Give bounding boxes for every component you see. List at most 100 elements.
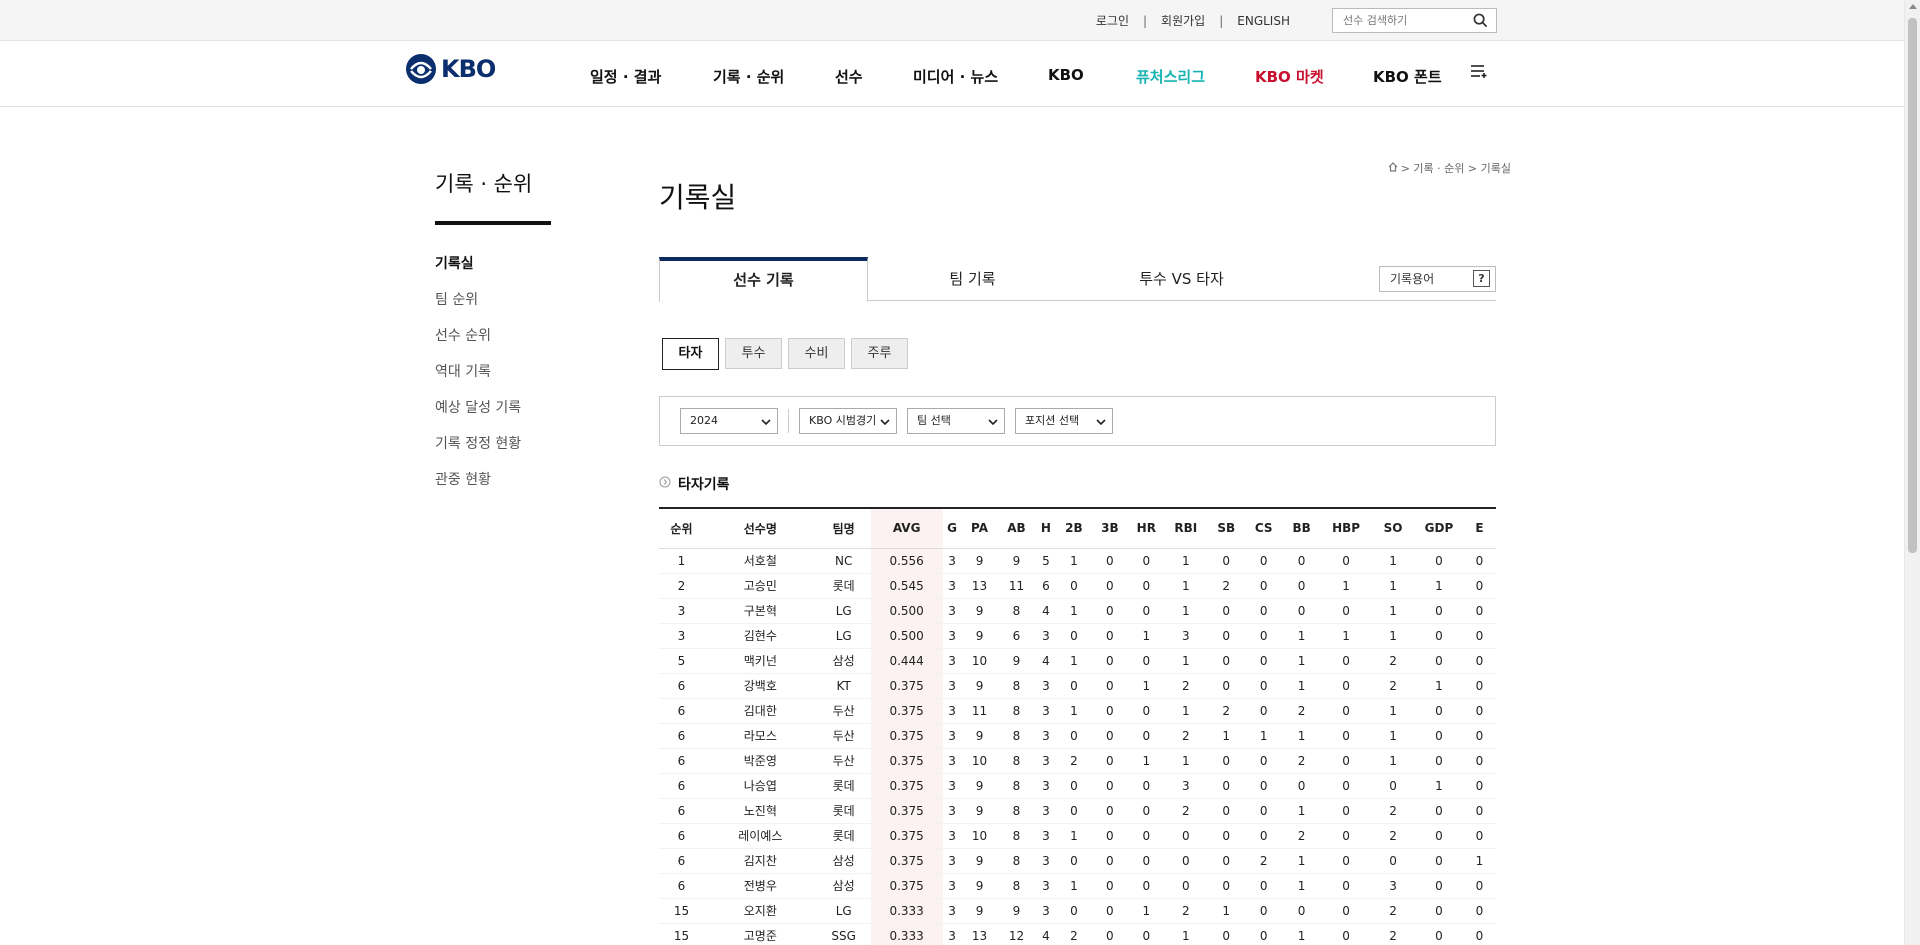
table-cell: 롯데	[832, 579, 855, 593]
sidebar-item-record-corrections[interactable]: 기록 정정 현황	[435, 434, 521, 470]
table-cell: 0	[1142, 928, 1151, 943]
sidebar-menu: 기록실 팀 순위 선수 순위 역대 기록 예상 달성 기록 기록 정정 현황 관중 현황	[435, 254, 521, 506]
table-cell: 0.375	[870, 698, 943, 723]
nav-kbo[interactable]: KBO	[1048, 66, 1084, 84]
column-header[interactable]: SB	[1207, 508, 1246, 549]
table-cell: 3	[1181, 628, 1190, 643]
nav-media-news[interactable]: 미디어 · 뉴스	[913, 66, 998, 87]
column-header[interactable]: HBP	[1321, 508, 1372, 549]
tab-player-records[interactable]: 선수 기록	[659, 257, 868, 302]
year-select[interactable]: 2024	[680, 408, 778, 434]
table-row: 5 맥키넌 삼성 0.444 3 10 9 4 1 0 0 1 0 0 1 0 2 0 0	[659, 648, 1496, 673]
column-header[interactable]: G	[942, 508, 962, 549]
sidebar-item-records-room[interactable]: 기록실	[435, 254, 521, 290]
nav-schedule-results[interactable]: 일정 · 결과	[590, 66, 661, 87]
table-cell: 8	[1012, 828, 1021, 843]
player-name-cell[interactable]: 나승엽	[704, 773, 817, 798]
login-link[interactable]: 로그인	[1096, 12, 1129, 29]
subtab-pitcher[interactable]: 투수	[725, 338, 782, 369]
series-select[interactable]: KBO 시범경기	[799, 408, 897, 434]
table-cell: 0	[1070, 778, 1078, 793]
table-cell: 15	[673, 928, 690, 943]
table-cell: 9	[1012, 553, 1021, 568]
table-cell: 0	[1222, 753, 1231, 768]
sidebar-item-team-rank[interactable]: 팀 순위	[435, 290, 521, 326]
tab-pitcher-vs-batter[interactable]: 투수 VS 타자	[1077, 257, 1286, 301]
table-cell: 1	[1435, 578, 1443, 593]
player-search-input[interactable]	[1333, 9, 1463, 32]
nav-kbo-market[interactable]: KBO 마켓	[1255, 66, 1324, 87]
column-header: 순위	[659, 508, 704, 549]
player-name-cell[interactable]: 오지환	[704, 898, 817, 923]
english-link[interactable]: ENGLISH	[1237, 14, 1290, 28]
sidebar-item-historic-records[interactable]: 역대 기록	[435, 362, 521, 398]
column-header[interactable]: BB	[1282, 508, 1322, 549]
column-header[interactable]: CS	[1245, 508, 1283, 549]
position-select[interactable]: 포지션 선택	[1015, 408, 1113, 434]
column-header[interactable]: E	[1462, 508, 1496, 549]
player-name-cell[interactable]: 강백호	[704, 673, 817, 698]
subtab-defense[interactable]: 수비	[788, 338, 845, 369]
breadcrumb-item-records-rank[interactable]: 기록 · 순위	[1413, 160, 1464, 176]
scroll-up-arrow-icon[interactable]	[1909, 4, 1917, 9]
all-menu-icon[interactable]	[1470, 63, 1488, 83]
player-name-cell[interactable]: 고승민	[704, 573, 817, 598]
table-cell: 8	[1012, 803, 1021, 818]
table-cell: 0	[1389, 853, 1397, 868]
nav-records-rank[interactable]: 기록 · 순위	[713, 66, 784, 87]
glossary-label: 기록용어	[1390, 272, 1435, 286]
team-select[interactable]: 팀 선택	[907, 408, 1005, 434]
subtab-baserunning[interactable]: 주루	[851, 338, 908, 369]
player-name-cell[interactable]: 라모스	[704, 723, 817, 748]
column-header[interactable]: PA	[961, 508, 998, 549]
nav-futures-league[interactable]: 퓨처스리그	[1136, 66, 1205, 87]
table-cell: 9	[975, 553, 984, 568]
player-name-cell[interactable]: 맥키넌	[704, 648, 817, 673]
player-name-cell[interactable]: 김현수	[704, 623, 817, 648]
player-name-cell[interactable]: 서호철	[704, 548, 817, 573]
sidebar-item-attendance[interactable]: 관중 현황	[435, 470, 521, 506]
table-cell: 1	[1181, 653, 1190, 668]
breadcrumb-item-records-room[interactable]: 기록실	[1481, 160, 1511, 176]
scrollbar-thumb[interactable]	[1908, 18, 1917, 553]
table-cell: 1	[1297, 803, 1306, 818]
table-cell: 0	[1106, 928, 1114, 943]
player-name-cell[interactable]: 고명준	[704, 923, 817, 945]
sidebar-item-expected-milestones[interactable]: 예상 달성 기록	[435, 398, 521, 434]
table-row: 3 김현수 LG 0.500 3 9 6 3 0 0 1 3 0 0 1 1 1 0 0	[659, 623, 1496, 648]
column-header[interactable]: 3B	[1091, 508, 1129, 549]
nav-kbo-font[interactable]: KBO 폰트	[1373, 66, 1442, 87]
search-icon[interactable]	[1473, 13, 1488, 32]
glossary-button[interactable]: 기록용어 ?	[1379, 266, 1496, 292]
kbo-logo[interactable]: KBO	[405, 53, 496, 85]
circle-arrow-icon	[659, 476, 671, 492]
column-header[interactable]: GDP	[1414, 508, 1463, 549]
table-row: 6 전병우 삼성 0.375 3 9 8 3 1 0 0 0 0 0 1 0 3 0 0	[659, 873, 1496, 898]
subtab-batter[interactable]: 타자	[662, 338, 719, 370]
table-cell: 0	[1475, 878, 1484, 893]
column-header[interactable]: 2B	[1056, 508, 1092, 549]
table-cell: 3	[948, 878, 956, 893]
table-row: 6 라모스 두산 0.375 3 9 8 3 0 0 0 2 1 1 1 0 1 0 0	[659, 723, 1496, 748]
page-scrollbar[interactable]	[1904, 0, 1920, 945]
sidebar-item-player-rank[interactable]: 선수 순위	[435, 326, 521, 362]
player-name-cell[interactable]: 김지찬	[704, 848, 817, 873]
player-name-cell[interactable]: 구본혁	[704, 598, 817, 623]
column-header[interactable]: HR	[1128, 508, 1165, 549]
column-header[interactable]: RBI	[1164, 508, 1208, 549]
column-header[interactable]: AVG	[870, 508, 943, 549]
nav-players[interactable]: 선수	[835, 66, 863, 87]
home-icon[interactable]	[1388, 161, 1398, 175]
join-link[interactable]: 회원가입	[1161, 12, 1205, 29]
column-header[interactable]: H	[1035, 508, 1057, 549]
player-name-cell[interactable]: 김대한	[704, 698, 817, 723]
player-name-cell[interactable]: 박준영	[704, 748, 817, 773]
tab-team-records[interactable]: 팀 기록	[868, 257, 1077, 301]
column-header[interactable]: AB	[997, 508, 1036, 549]
column-header[interactable]: SO	[1371, 508, 1415, 549]
player-name-cell[interactable]: 전병우	[704, 873, 817, 898]
record-subtabs: 타자 투수 수비 주루	[662, 338, 908, 370]
table-cell: 0	[1435, 878, 1443, 893]
player-name-cell[interactable]: 레이예스	[704, 823, 817, 848]
player-name-cell[interactable]: 노진혁	[704, 798, 817, 823]
